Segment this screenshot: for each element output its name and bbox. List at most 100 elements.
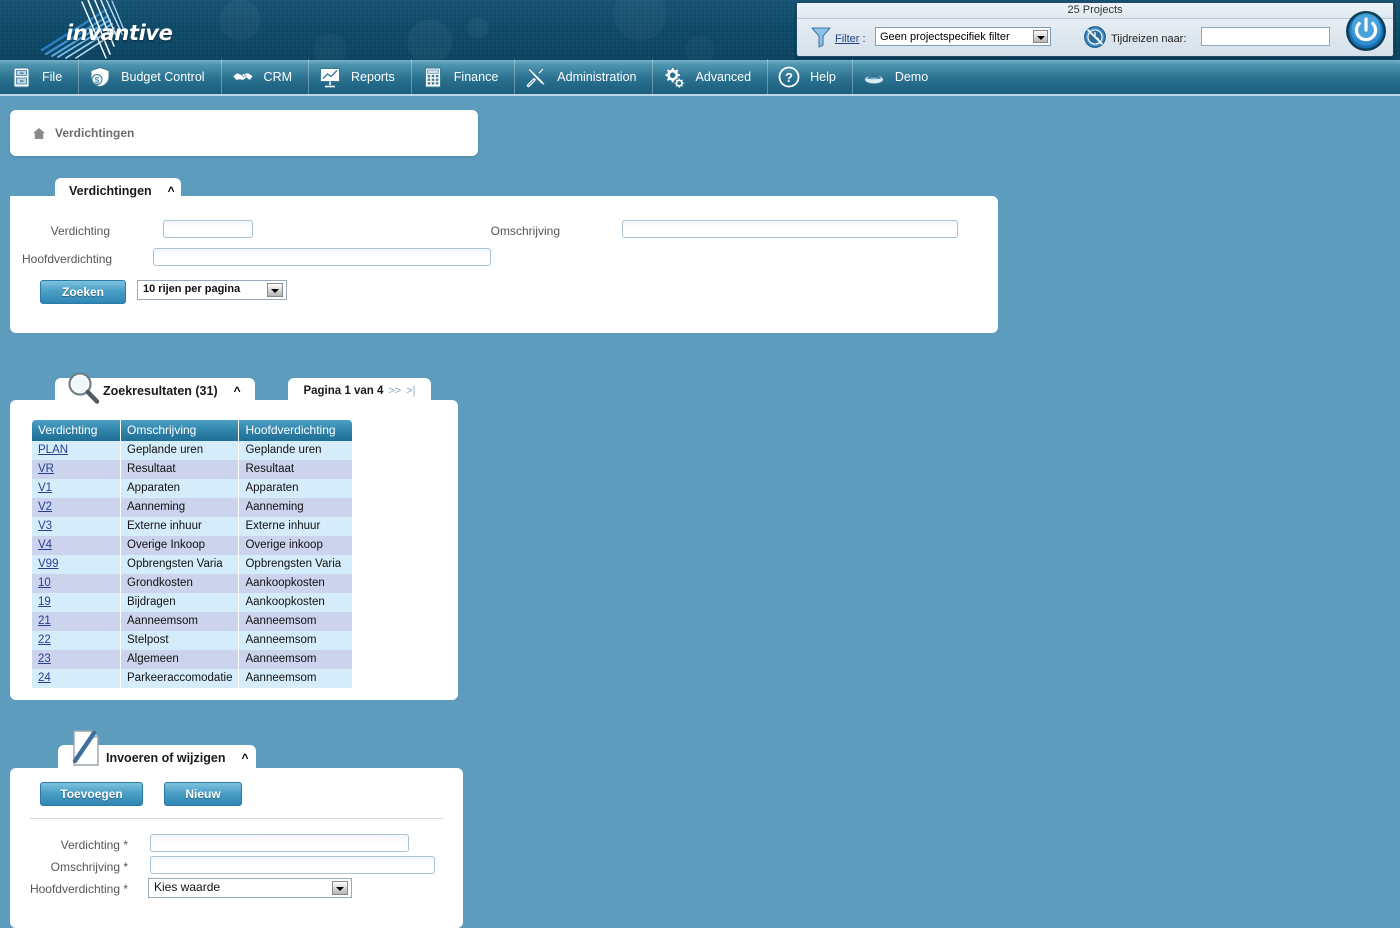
time-travel-clock-icon[interactable]: [1083, 25, 1107, 49]
verdichting-link[interactable]: V3: [38, 520, 52, 532]
cell-verdichting: V2: [32, 498, 121, 517]
input-omschrijving-edit[interactable]: [150, 856, 435, 874]
verdichting-link[interactable]: V1: [38, 482, 52, 494]
document-pencil-icon: [72, 730, 99, 766]
verdichting-link[interactable]: 24: [38, 672, 51, 684]
menu-item-finance[interactable]: Finance: [412, 59, 516, 95]
chevron-down-icon[interactable]: [332, 881, 348, 895]
power-button-icon[interactable]: [1345, 10, 1387, 52]
menu-item-reports[interactable]: Reports: [309, 59, 412, 95]
search-button[interactable]: Zoeken: [40, 280, 126, 304]
header-banner: invantive 25 Projects Filter : Geen proj…: [0, 0, 1400, 60]
edit-panel-body: Toevoegen Nieuw Verdichting * Omschrijvi…: [10, 768, 463, 928]
menu-label-administration: Administration: [557, 70, 637, 84]
table-row: V1 Apparaten Apparaten: [32, 479, 353, 498]
table-row: PLAN Geplande uren Geplande uren: [32, 441, 353, 460]
cell-verdichting: 19: [32, 593, 121, 612]
tab-search-results[interactable]: Zoekresultaten (31) ^: [55, 372, 255, 404]
verdichting-link[interactable]: 19: [38, 596, 51, 608]
svg-text:$: $: [95, 76, 100, 85]
chevron-up-icon[interactable]: ^: [241, 752, 248, 764]
label-hoofdverdichting: Hoofdverdichting: [22, 252, 113, 266]
table-row: 19 Bijdragen Aankoopkosten: [32, 593, 353, 612]
menu-item-help[interactable]: ? Help: [768, 59, 853, 95]
chevron-up-icon[interactable]: ^: [234, 385, 241, 397]
cell-hoofdverdichting: Aanneemsom: [238, 669, 353, 688]
verdichting-link[interactable]: V2: [38, 501, 52, 513]
hoofdverdichting-select[interactable]: Kies waarde: [148, 878, 352, 898]
menu-item-advanced[interactable]: Advanced: [653, 59, 769, 95]
calculator-icon: [422, 66, 444, 88]
project-filter-value: Geen projectspecifiek filter: [880, 31, 1010, 43]
cell-hoofdverdichting: Aanneemsom: [238, 631, 353, 650]
verdichting-link[interactable]: 10: [38, 577, 51, 589]
menu-item-demo[interactable]: Demo: [853, 59, 944, 95]
filter-colon: :: [859, 33, 866, 45]
table-row: V2 Aanneming Aanneming: [32, 498, 353, 517]
last-page-link[interactable]: >|: [406, 385, 415, 397]
chevron-up-icon[interactable]: ^: [168, 185, 175, 197]
funnel-icon: [811, 27, 831, 48]
cell-verdichting: PLAN: [32, 441, 121, 460]
cell-omschrijving: Aanneemsom: [120, 612, 240, 631]
verdichting-link[interactable]: 21: [38, 615, 51, 627]
table-row: V99 Opbrengsten Varia Opbrengsten Varia: [32, 555, 353, 574]
cell-omschrijving: Overige Inkoop: [120, 536, 240, 555]
hoofdverdichting-select-value: Kies waarde: [154, 880, 221, 894]
question-mark-icon: ?: [778, 66, 800, 88]
verdichting-link[interactable]: 23: [38, 653, 51, 665]
verdichting-link[interactable]: V99: [38, 558, 58, 570]
tab-pagination[interactable]: Pagina 1 van 4 >> >|: [288, 378, 431, 404]
verdichting-link[interactable]: 22: [38, 634, 51, 646]
filter-link[interactable]: Filter: [835, 33, 859, 45]
filter-panel: 25 Projects Filter : Geen projectspecifi…: [796, 2, 1394, 57]
logo-text: invantive: [66, 21, 173, 45]
table-row: 23 Algemeen Aanneemsom: [32, 650, 353, 669]
menu-label-crm: CRM: [263, 70, 293, 84]
table-row: VR Resultaat Resultaat: [32, 460, 353, 479]
menu-item-crm[interactable]: CRM: [222, 59, 310, 95]
user-avatar-icon: [863, 66, 885, 88]
add-button[interactable]: Toevoegen: [40, 782, 143, 806]
verdichting-link[interactable]: V4: [38, 539, 52, 551]
verdichting-link[interactable]: PLAN: [38, 444, 68, 456]
tab-invoeren-of-wijzigen[interactable]: Invoeren of wijzigen ^: [58, 730, 256, 771]
input-verdichting[interactable]: [163, 220, 253, 238]
cell-omschrijving: Resultaat: [120, 460, 240, 479]
cell-hoofdverdichting: Geplande uren: [238, 441, 353, 460]
column-header-omschrijving[interactable]: Omschrijving: [120, 420, 240, 441]
label-omschrijving: Omschrijving: [490, 224, 560, 238]
search-panel-body: Verdichting Hoofdverdichting Omschrijvin…: [10, 196, 998, 333]
menu-label-demo: Demo: [894, 70, 929, 84]
cell-verdichting: 22: [32, 631, 121, 650]
next-page-link[interactable]: >>: [388, 385, 401, 397]
cell-hoofdverdichting: Overige inkoop: [238, 536, 353, 555]
chevron-down-icon[interactable]: [267, 283, 283, 297]
tab-verdichtingen-search[interactable]: Verdichtingen ^: [55, 178, 181, 204]
input-verdichting-edit[interactable]: [150, 834, 409, 852]
column-header-hoofdverdichting[interactable]: Hoofdverdichting: [238, 420, 353, 441]
cell-omschrijving: Parkeeraccomodatie: [120, 669, 240, 688]
timetravel-input[interactable]: [1201, 27, 1330, 46]
input-omschrijving[interactable]: [622, 220, 958, 238]
menu-item-administration[interactable]: Administration: [515, 59, 654, 95]
chevron-down-icon[interactable]: [1033, 30, 1048, 43]
breadcrumb-label[interactable]: Verdichtingen: [55, 126, 134, 140]
new-button[interactable]: Nieuw: [164, 782, 242, 806]
table-row: 10 Grondkosten Aankoopkosten: [32, 574, 353, 593]
cell-hoofdverdichting: Opbrengsten Varia: [238, 555, 353, 574]
app-logo[interactable]: invantive: [22, 0, 212, 60]
project-filter-select[interactable]: Geen projectspecifiek filter: [875, 27, 1051, 46]
menu-item-file[interactable]: File: [0, 59, 80, 95]
cell-hoofdverdichting: Apparaten: [238, 479, 353, 498]
menu-item-budget-control[interactable]: $ Budget Control: [79, 59, 222, 95]
results-panel-body: Verdichting Omschrijving Hoofdverdichtin…: [10, 400, 458, 700]
home-icon[interactable]: [32, 127, 46, 140]
tab-label: Verdichtingen: [69, 184, 152, 198]
rows-per-page-select[interactable]: 10 rijen per pagina: [137, 280, 287, 300]
verdichting-link[interactable]: VR: [38, 463, 54, 475]
menu-label-help: Help: [810, 70, 836, 84]
input-hoofdverdichting[interactable]: [153, 248, 491, 266]
cell-verdichting: 23: [32, 650, 121, 669]
column-header-verdichting[interactable]: Verdichting: [32, 420, 121, 441]
